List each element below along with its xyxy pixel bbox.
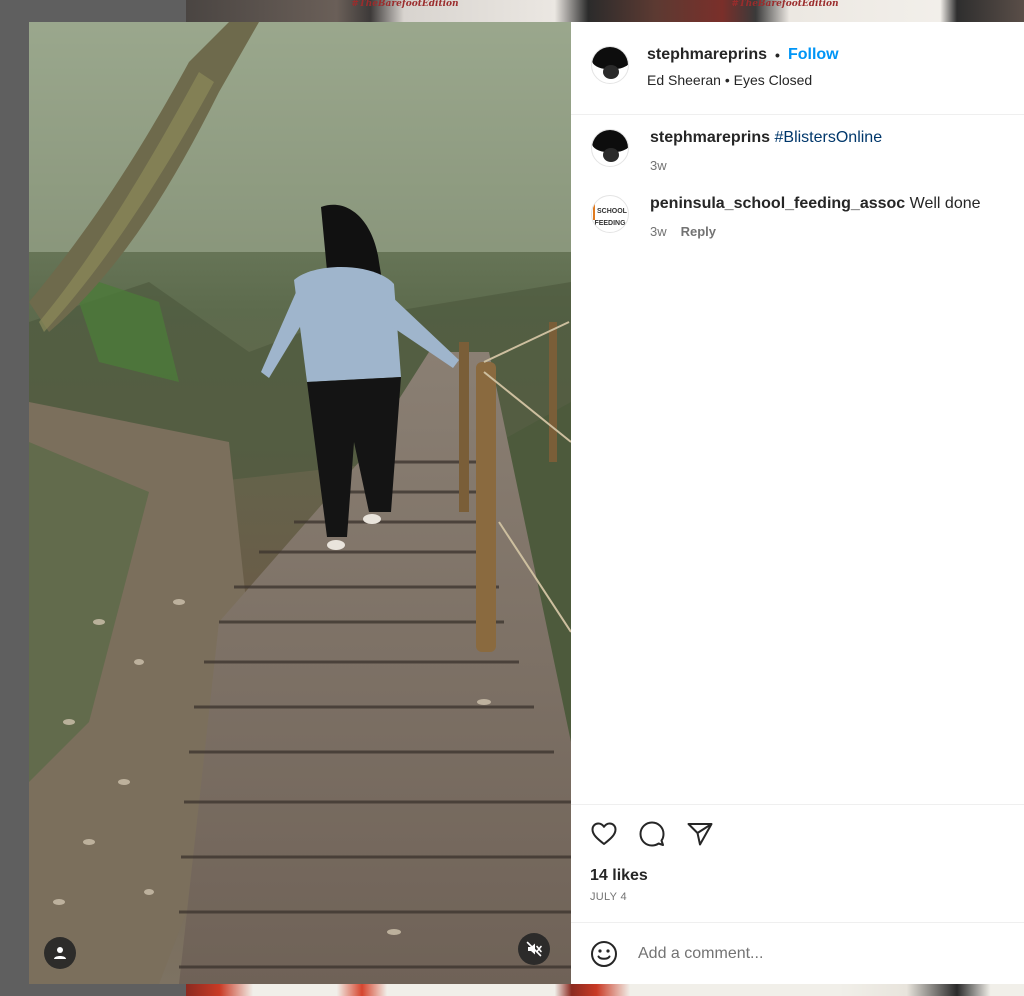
action-icons-row [590, 819, 1005, 849]
like-button[interactable] [590, 820, 618, 848]
post-modal: stephmareprins • Follow Ed Sheeran • Eye… [29, 22, 1024, 984]
school-feeding-logo: SCHOOL FEEDING [592, 201, 628, 227]
post-sidebar: stephmareprins • Follow Ed Sheeran • Eye… [571, 22, 1024, 984]
caption-author-avatar[interactable] [591, 129, 629, 167]
post-actions: 14 likes JULY 4 [571, 804, 1024, 922]
heart-icon [591, 822, 617, 845]
follow-button[interactable]: Follow [788, 46, 839, 64]
video-frame [29, 22, 571, 984]
background-feed-strip-bottom [186, 984, 1024, 996]
caption-time[interactable]: 3w [650, 158, 667, 173]
comment-body: peninsula_school_feeding_assoc Well done… [650, 193, 981, 239]
comment-item: SCHOOL FEEDING peninsula_school_feeding_… [591, 193, 1004, 239]
comment-meta: 3w Reply [650, 224, 981, 239]
user-tag-icon [54, 947, 66, 959]
comment-button[interactable] [638, 820, 666, 848]
share-icon [687, 823, 713, 846]
caption-meta: 3w [650, 158, 882, 173]
author-avatar[interactable] [591, 46, 629, 84]
caption-item: stephmareprins #BlistersOnline 3w [591, 127, 1004, 173]
caption-text: stephmareprins #BlistersOnline [650, 127, 882, 149]
add-comment-input[interactable] [636, 943, 1005, 964]
post-video[interactable] [29, 22, 571, 984]
post-date[interactable]: JULY 4 [590, 891, 1005, 903]
comment-message: Well done [909, 195, 981, 212]
author-username[interactable]: stephmareprins [647, 46, 767, 64]
comments-list: stephmareprins #BlistersOnline 3w SCHOOL… [571, 115, 1024, 804]
caption-body: stephmareprins #BlistersOnline 3w [650, 127, 882, 173]
user-tag-button[interactable] [44, 937, 76, 969]
audio-track-link[interactable]: Ed Sheeran • Eyes Closed [647, 72, 839, 88]
muted-speaker-icon [526, 941, 542, 957]
likes-count[interactable]: 14 likes [590, 867, 1005, 885]
emoji-icon [591, 940, 617, 967]
post-header: stephmareprins • Follow Ed Sheeran • Eye… [571, 22, 1024, 114]
commenter-username[interactable]: peninsula_school_feeding_assoc [650, 195, 905, 212]
comment-time[interactable]: 3w [650, 224, 667, 239]
share-button[interactable] [686, 820, 714, 848]
post-header-text: stephmareprins • Follow Ed Sheeran • Eye… [647, 46, 839, 88]
add-comment-bar [571, 922, 1024, 984]
caption-username[interactable]: stephmareprins [650, 129, 770, 146]
emoji-button[interactable] [590, 940, 618, 968]
separator-dot: • [775, 47, 780, 63]
comment-text: peninsula_school_feeding_assoc Well done [650, 193, 981, 215]
comment-icon [639, 821, 665, 847]
background-feed-strip-top [186, 0, 1024, 22]
background-hashtag-2: #TheBarefootEdition [731, 0, 839, 9]
background-hashtag-1: #TheBarefootEdition [351, 0, 459, 9]
logo-text: SCHOOL FEEDING [594, 207, 627, 227]
mute-toggle-button[interactable] [518, 933, 550, 965]
reply-button[interactable]: Reply [681, 224, 716, 239]
caption-hashtag[interactable]: #BlistersOnline [775, 129, 883, 146]
commenter-avatar[interactable]: SCHOOL FEEDING [591, 195, 629, 233]
